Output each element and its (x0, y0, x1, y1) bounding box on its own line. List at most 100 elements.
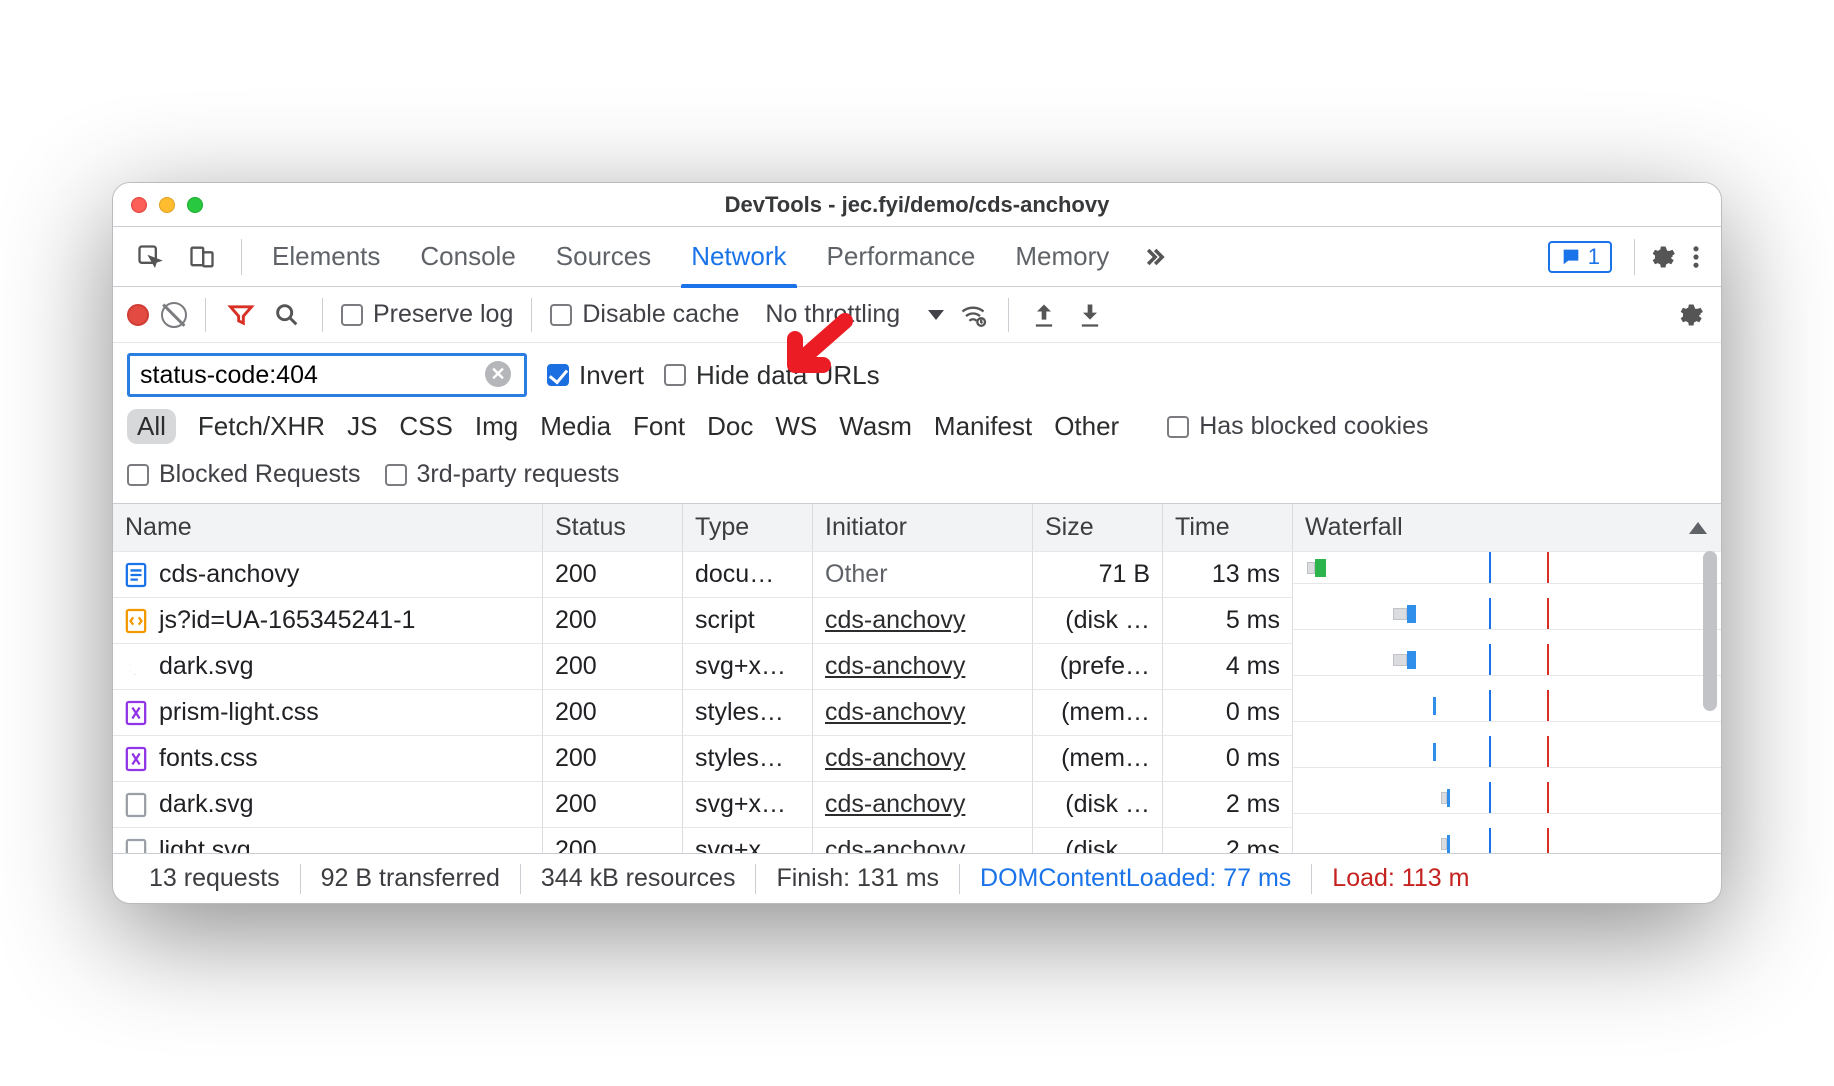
tab-elements[interactable]: Elements (252, 227, 400, 287)
cell-status: 200 (543, 736, 683, 782)
network-conditions-icon[interactable] (956, 298, 990, 332)
type-filter-manifest[interactable]: Manifest (934, 411, 1032, 442)
settings-gear-icon[interactable] (1645, 240, 1679, 274)
column-header-size[interactable]: Size (1033, 504, 1163, 552)
cell-status: 200 (543, 828, 683, 853)
filter-input[interactable] (127, 353, 527, 397)
filter-bar: ✕ Invert Hide data URLs (113, 343, 1721, 403)
cell-type: svg+x… (683, 828, 813, 853)
status-finish: Finish: 131 ms (756, 864, 959, 893)
inspect-element-icon[interactable] (133, 240, 167, 274)
network-settings-gear-icon[interactable] (1673, 298, 1707, 332)
upload-har-icon[interactable] (1027, 298, 1061, 332)
device-toggle-icon[interactable] (185, 240, 219, 274)
table-row[interactable]: dark.svg (113, 782, 543, 828)
cell-size: (disk … (1033, 828, 1163, 853)
table-row[interactable]: dark.svg (113, 644, 543, 690)
type-filter-font[interactable]: Font (633, 411, 685, 442)
type-filter-css[interactable]: CSS (399, 411, 452, 442)
type-filter-js[interactable]: JS (347, 411, 377, 442)
column-header-name[interactable]: Name (113, 504, 543, 552)
search-icon[interactable] (270, 298, 304, 332)
cell-initiator[interactable]: cds-anchovy (813, 644, 1033, 690)
filter-toggle-icon[interactable] (224, 298, 258, 332)
blank-icon (125, 792, 147, 818)
cell-initiator: Other (813, 552, 1033, 598)
cell-time: 2 ms (1163, 828, 1293, 853)
throttling-select[interactable]: No throttling (765, 300, 944, 329)
download-har-icon[interactable] (1073, 298, 1107, 332)
tab-console[interactable]: Console (400, 227, 535, 287)
tab-memory[interactable]: Memory (995, 227, 1129, 287)
cell-status: 200 (543, 690, 683, 736)
type-filter-wasm[interactable]: Wasm (839, 411, 912, 442)
type-filter-doc[interactable]: Doc (707, 411, 753, 442)
blank-icon (125, 838, 147, 854)
cell-time: 4 ms (1163, 644, 1293, 690)
record-button[interactable] (127, 304, 149, 326)
type-filter-img[interactable]: Img (475, 411, 518, 442)
cell-initiator[interactable]: cds-anchovy (813, 782, 1033, 828)
tab-sources[interactable]: Sources (536, 227, 671, 287)
status-requests: 13 requests (129, 864, 300, 893)
table-row[interactable]: cds-anchovy (113, 552, 543, 598)
status-domcontentloaded: DOMContentLoaded: 77 ms (960, 864, 1311, 893)
cell-waterfall (1293, 552, 1721, 584)
css-purple-icon (125, 746, 147, 772)
blocked-requests-checkbox[interactable]: Blocked Requests (127, 460, 361, 489)
type-filter-all[interactable]: All (127, 409, 176, 444)
cell-initiator[interactable]: cds-anchovy (813, 690, 1033, 736)
kebab-menu-icon[interactable] (1679, 240, 1713, 274)
cell-size: (disk … (1033, 598, 1163, 644)
type-filter-fetchxhr[interactable]: Fetch/XHR (198, 411, 325, 442)
preserve-log-checkbox[interactable]: Preserve log (341, 300, 513, 329)
network-table: NameStatusTypeInitiatorSizeTimeWaterfall… (113, 503, 1721, 853)
cell-time: 5 ms (1163, 598, 1293, 644)
table-row[interactable]: light.svg (113, 828, 543, 853)
table-row[interactable]: prism-light.css (113, 690, 543, 736)
cell-initiator[interactable]: cds-anchovy (813, 736, 1033, 782)
cell-waterfall (1293, 782, 1721, 814)
resource-type-filters: All Fetch/XHR JS CSS Img Media Font Doc WS Wasm Ma… (113, 403, 1721, 454)
tab-performance[interactable]: Performance (807, 227, 996, 287)
table-row[interactable]: fonts.css (113, 736, 543, 782)
status-bar: 13 requests 92 B transferred 344 kB reso… (113, 853, 1721, 903)
doc-blue-icon (125, 562, 147, 588)
table-row[interactable]: js?id=UA-165345241-1 (113, 598, 543, 644)
cell-initiator[interactable]: cds-anchovy (813, 828, 1033, 853)
script-orange-icon (125, 608, 147, 634)
status-load: Load: 113 m (1312, 864, 1469, 893)
cell-size: (prefe… (1033, 644, 1163, 690)
invert-checkbox[interactable]: Invert (547, 360, 644, 391)
cell-waterfall (1293, 736, 1721, 768)
cell-size: 71 B (1033, 552, 1163, 598)
third-party-checkbox[interactable]: 3rd-party requests (385, 460, 620, 489)
column-header-initiator[interactable]: Initiator (813, 504, 1033, 552)
cell-type: svg+x… (683, 782, 813, 828)
messages-count: 1 (1588, 244, 1600, 270)
type-filter-ws[interactable]: WS (775, 411, 817, 442)
moon-icon (125, 654, 147, 680)
disable-cache-checkbox[interactable]: Disable cache (550, 300, 739, 329)
column-header-time[interactable]: Time (1163, 504, 1293, 552)
hide-data-urls-checkbox[interactable]: Hide data URLs (664, 360, 880, 391)
css-purple-icon (125, 700, 147, 726)
status-resources: 344 kB resources (521, 864, 756, 893)
type-filter-other[interactable]: Other (1054, 411, 1119, 442)
cell-type: svg+x… (683, 644, 813, 690)
cell-initiator[interactable]: cds-anchovy (813, 598, 1033, 644)
clear-button[interactable] (161, 302, 187, 328)
console-messages-badge[interactable]: 1 (1548, 241, 1612, 273)
column-header-type[interactable]: Type (683, 504, 813, 552)
column-header-status[interactable]: Status (543, 504, 683, 552)
scrollbar[interactable] (1699, 503, 1717, 853)
column-header-waterfall[interactable]: Waterfall (1293, 504, 1721, 552)
cell-type: styles… (683, 690, 813, 736)
clear-filter-icon[interactable]: ✕ (485, 361, 511, 387)
more-tabs-icon[interactable] (1137, 240, 1171, 274)
titlebar: DevTools - jec.fyi/demo/cds-anchovy (113, 183, 1721, 227)
has-blocked-cookies-checkbox[interactable]: Has blocked cookies (1167, 412, 1428, 441)
type-filter-media[interactable]: Media (540, 411, 611, 442)
cell-waterfall (1293, 690, 1721, 722)
tab-network[interactable]: Network (671, 227, 806, 287)
